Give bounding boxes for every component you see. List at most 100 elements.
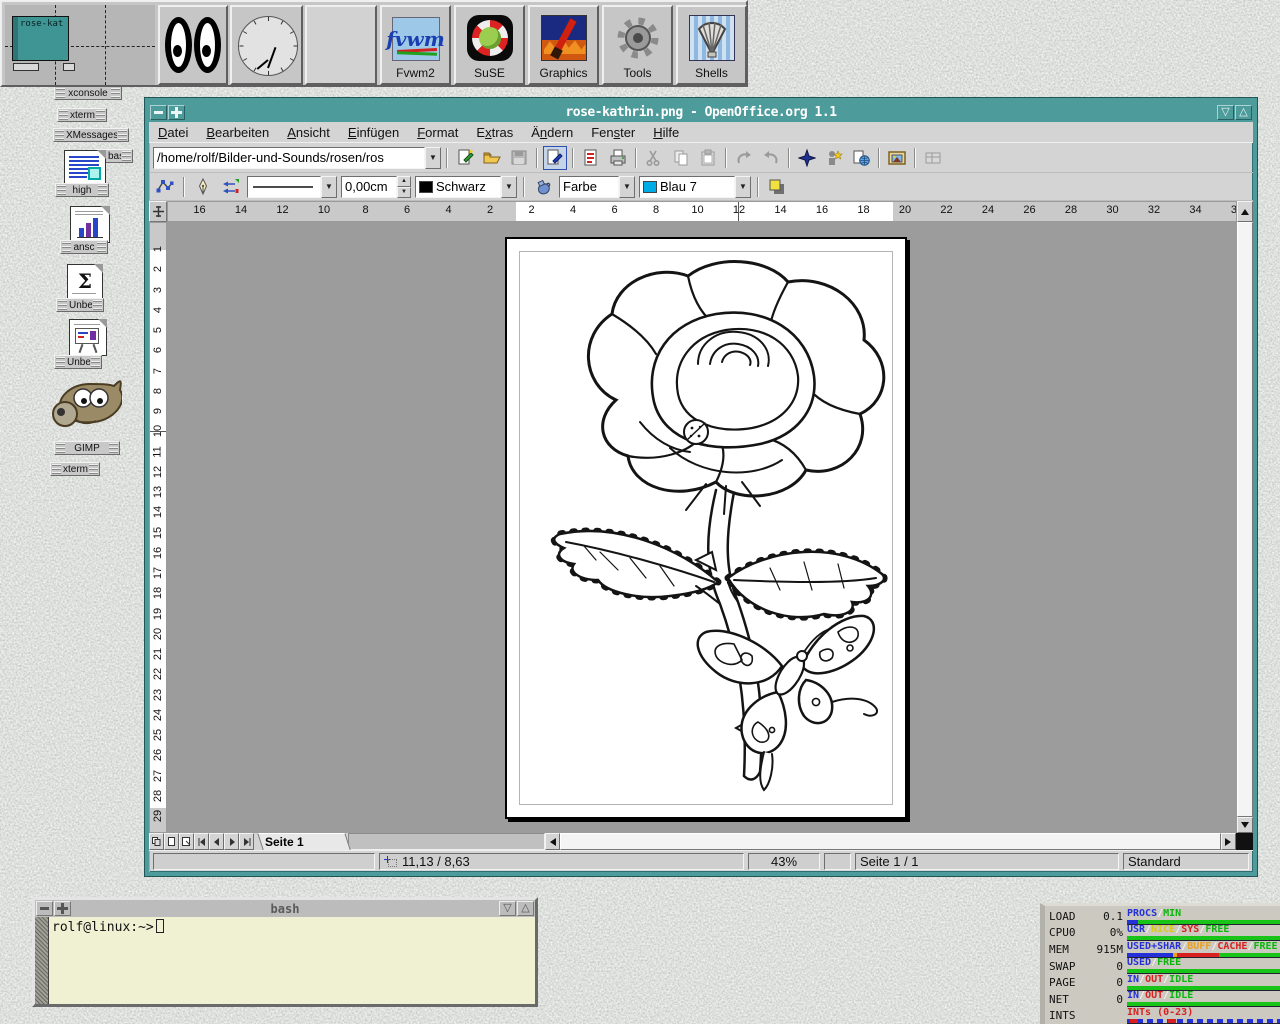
icon-xterm[interactable]: xterm (57, 108, 107, 122)
shadow-button[interactable] (765, 175, 789, 199)
line-tool-button[interactable] (191, 175, 215, 199)
presentation-document-icon[interactable] (69, 319, 107, 356)
window-iconify-button[interactable]: ▽ (1217, 105, 1234, 120)
fill-style-button[interactable] (531, 175, 555, 199)
fill-color-select[interactable]: Blau 7 ▼ (639, 176, 751, 198)
line-width-spinner[interactable]: 0,00cm ▲▼ (341, 176, 411, 198)
first-page-button[interactable] (194, 833, 209, 850)
icon-xconsole[interactable]: xconsole (54, 86, 122, 100)
ruler-origin-button[interactable] (149, 201, 167, 222)
hscroll-right-button[interactable] (1221, 833, 1236, 850)
tools-button[interactable]: Tools (602, 5, 673, 85)
hscroll-left-button[interactable] (545, 833, 560, 850)
empty-button[interactable] (305, 5, 377, 85)
terminal-scrollbar[interactable] (35, 917, 49, 1004)
chevron-down-icon[interactable]: ▼ (425, 147, 441, 169)
pager-mini-window[interactable] (63, 63, 75, 71)
drawing-canvas[interactable] (167, 222, 1237, 833)
paste-button[interactable] (696, 146, 720, 170)
clock-button[interactable] (230, 5, 303, 85)
copy-button[interactable] (669, 146, 693, 170)
navigator-button[interactable] (795, 146, 819, 170)
window-stick-button[interactable] (54, 901, 71, 916)
tab-seite-1[interactable]: Seite 1 (257, 833, 351, 850)
status-zoom-field[interactable]: 43% (748, 853, 820, 870)
view-mode-button-2[interactable] (164, 833, 179, 850)
chevron-down-icon[interactable]: ▼ (619, 176, 635, 198)
view-mode-button-1[interactable] (149, 833, 164, 850)
cut-button[interactable] (642, 146, 666, 170)
datasource-button[interactable] (921, 146, 945, 170)
save-button[interactable] (507, 146, 531, 170)
edit-points-button[interactable] (153, 175, 177, 199)
autopilot-button[interactable] (822, 146, 846, 170)
window-iconify-button[interactable]: ▽ (499, 901, 516, 916)
suse-button[interactable]: SuSE (454, 5, 525, 85)
gimp-wilber-icon[interactable] (50, 376, 122, 434)
chevron-down-icon[interactable]: ▼ (501, 176, 517, 198)
pager-mini-window[interactable]: rose-kat (12, 16, 69, 61)
new-document-button[interactable] (453, 146, 477, 170)
gallery-button[interactable] (885, 146, 909, 170)
menu-item[interactable]: Fenster (582, 123, 644, 142)
line-width-value[interactable]: 0,00cm (341, 176, 397, 198)
url-combobox[interactable]: /home/rolf/Bilder-und-Sounds/rosen/ros ▼ (153, 147, 441, 169)
formula-document-icon[interactable]: Σ (67, 264, 103, 299)
line-color-select[interactable]: Schwarz ▼ (415, 176, 517, 198)
chevron-down-icon[interactable]: ▼ (321, 176, 337, 198)
icon-gimp[interactable]: GIMP (54, 441, 120, 455)
rose-clipart-image[interactable] (520, 252, 896, 808)
line-style-select[interactable]: ▼ (247, 176, 337, 198)
menu-item[interactable]: Ansicht (278, 123, 339, 142)
horizontal-scrollbar-thumb[interactable] (560, 833, 1221, 850)
menu-item[interactable]: Datei (149, 123, 197, 142)
icon-high[interactable]: high (55, 183, 109, 197)
last-page-button[interactable] (239, 833, 254, 850)
export-pdf-button[interactable] (579, 146, 603, 170)
chart-document-icon[interactable] (70, 206, 110, 243)
fill-type-select[interactable]: Farbe ▼ (559, 176, 635, 198)
menu-item[interactable]: Format (408, 123, 467, 142)
view-mode-button-3[interactable] (179, 833, 194, 850)
redo-button[interactable] (759, 146, 783, 170)
window-resize-corner[interactable] (1236, 833, 1253, 850)
horizontal-ruler[interactable]: 1816141210864224681012141618202224262830… (167, 201, 1237, 222)
window-maximize-button[interactable]: △ (1235, 105, 1252, 120)
menu-item[interactable]: Hilfe (644, 123, 688, 142)
window-minimize-button[interactable] (36, 901, 53, 916)
icon-unbenannt-1[interactable]: Unbe (56, 298, 104, 312)
scroll-up-button[interactable] (1237, 201, 1253, 222)
spinner-buttons[interactable]: ▲▼ (397, 176, 411, 198)
icon-ansc[interactable]: ansc (60, 240, 108, 254)
icon-xmessages[interactable]: XMessages (53, 128, 129, 142)
next-page-button[interactable] (224, 833, 239, 850)
scroll-down-button[interactable] (1237, 817, 1253, 833)
graphics-button[interactable]: Graphics (528, 5, 599, 85)
print-button[interactable] (606, 146, 630, 170)
document-page[interactable] (505, 237, 907, 819)
undo-button[interactable] (732, 146, 756, 170)
pager-mini-window[interactable] (13, 63, 39, 71)
xeyes-button[interactable] (158, 5, 228, 85)
window-titlebar[interactable]: bash ▽ △ (35, 900, 535, 917)
menu-item[interactable]: Einfügen (339, 123, 408, 142)
fill-type-value[interactable]: Farbe (559, 176, 619, 198)
fvwm-pager[interactable]: rose-kat (5, 5, 155, 85)
chevron-down-icon[interactable]: ▼ (735, 176, 751, 198)
icon-xterm-2[interactable]: xterm (50, 462, 100, 476)
writer-document-icon[interactable] (64, 150, 106, 187)
vertical-scrollbar[interactable] (1237, 222, 1253, 833)
menu-item[interactable]: Bearbeiten (197, 123, 278, 142)
window-titlebar[interactable]: rose-kathrin.png - OpenOffice.org 1.1 ▽ … (149, 102, 1253, 122)
vertical-ruler[interactable]: 1234567891011121314151617181920212223242… (149, 222, 167, 833)
window-stick-button[interactable] (168, 105, 185, 120)
edit-file-button[interactable] (543, 146, 567, 170)
hyperlink-button[interactable] (849, 146, 873, 170)
terminal-screen[interactable]: rolf@linux:~> (49, 917, 535, 1004)
window-maximize-button[interactable]: △ (517, 901, 534, 916)
icon-unbenannt-2[interactable]: Unbe (54, 355, 102, 369)
previous-page-button[interactable] (209, 833, 224, 850)
fvwm2-button[interactable]: fvwm Fvwm2 (380, 5, 451, 85)
window-minimize-button[interactable] (150, 105, 167, 120)
shells-button[interactable]: Shells (676, 5, 747, 85)
